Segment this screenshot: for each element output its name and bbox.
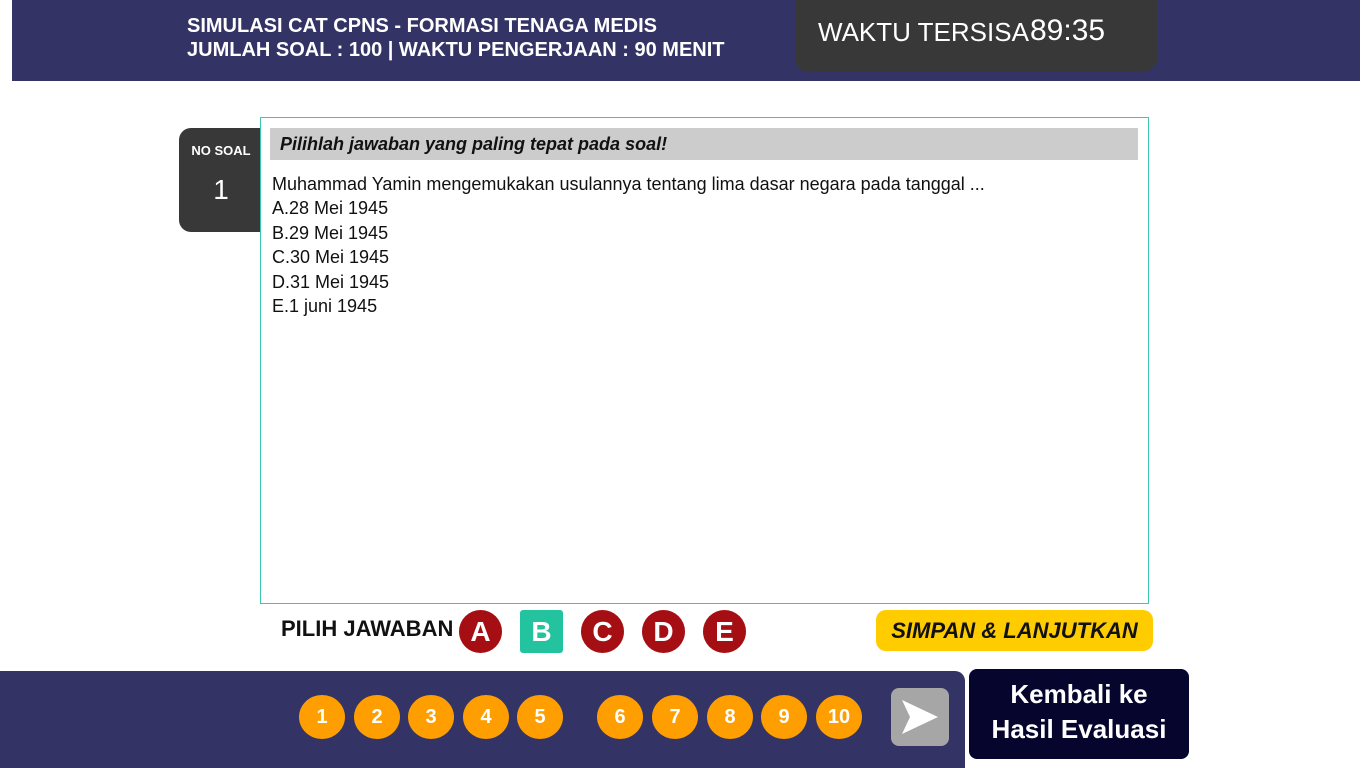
timer-panel: WAKTU TERSISA 89:35 [795,0,1157,71]
question-nav-10[interactable]: 10 [816,695,862,739]
choose-answer-label: PILIH JAWABAN [281,616,454,641]
question-nav-7[interactable]: 7 [652,695,698,739]
question-instruction: Pilihlah jawaban yang paling tepat pada … [270,128,1138,160]
option-b: B.29 Mei 1945 [272,222,389,243]
answer-button-b[interactable]: B [520,610,563,653]
question-number: 1 [213,174,229,205]
option-d: D.31 Mei 1945 [272,271,390,292]
question-panel: Pilihlah jawaban yang paling tepat pada … [260,117,1149,604]
question-nav-6[interactable]: 6 [597,695,643,739]
question-number-tab: NO SOAL 1 [179,128,263,232]
exam-info: JUMLAH SOAL : 100 | WAKTU PENGERJAAN : 9… [187,39,725,61]
option-list: A.28 Mei 1945 B.29 Mei 1945 C.30 Mei 194… [272,196,389,319]
question-nav-5[interactable]: 5 [517,695,563,739]
option-a: A.28 Mei 1945 [272,198,389,218]
option-c: C.30 Mei 1945 [272,247,390,267]
back-button-line2: Hasil Evaluasi [991,714,1167,744]
question-nav-9[interactable]: 9 [761,695,807,739]
exam-title: SIMULASI CAT CPNS - FORMASI TENAGA MEDIS [187,15,657,37]
question-text: Muhammad Yamin mengemukakan usulannya te… [272,174,985,194]
timer-value: 89:35 [1030,14,1106,47]
timer-label: WAKTU TERSISA [818,17,1029,47]
question-nav-1[interactable]: 1 [299,695,345,739]
send-arrow-icon [902,700,938,734]
question-nav-2[interactable]: 2 [354,695,400,739]
save-and-continue-button[interactable]: SIMPAN & LANJUTKAN [876,610,1153,651]
question-nav-3[interactable]: 3 [408,695,454,739]
next-page-button[interactable] [891,688,949,746]
question-number-label: NO SOAL [191,143,251,158]
option-e: E.1 juni 1945 [272,296,378,316]
answer-button-d[interactable]: D [642,610,685,653]
answer-button-a[interactable]: A [459,610,502,653]
question-nav-8[interactable]: 8 [707,695,753,739]
back-to-evaluation-button[interactable]: Kembali ke Hasil Evaluasi [969,669,1189,759]
answer-button-c[interactable]: C [581,610,624,653]
back-button-line1: Kembali ke [1010,679,1148,709]
answer-button-e[interactable]: E [703,610,746,653]
question-nav-4[interactable]: 4 [463,695,509,739]
exam-title-block: SIMULASI CAT CPNS - FORMASI TENAGA MEDIS… [187,14,725,62]
